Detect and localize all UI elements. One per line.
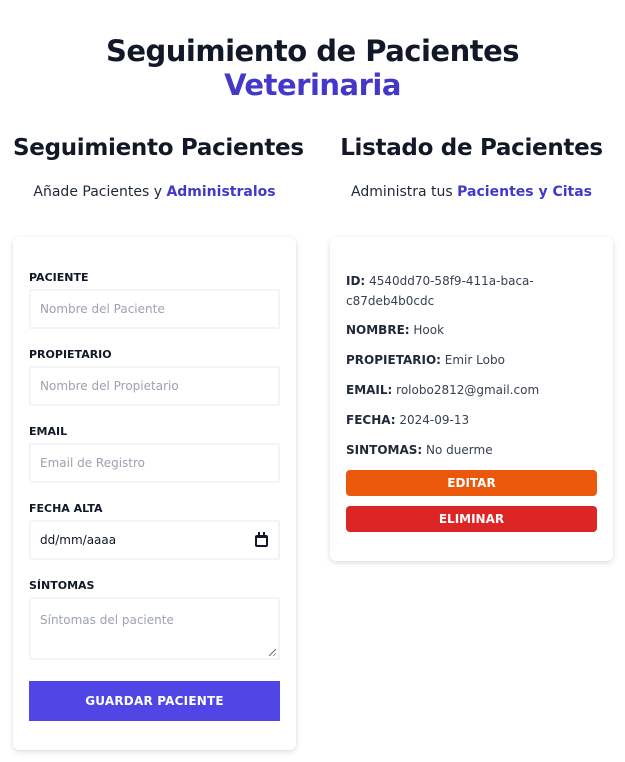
patient-date-value: 2024-09-13 — [399, 413, 470, 427]
patient-id-key: ID: — [346, 274, 366, 288]
patient-symptoms-key: SINTOMAS: — [346, 443, 423, 457]
list-section-subtitle: Administra tus Pacientes y Citas — [330, 182, 613, 202]
patient-name-value: Hook — [413, 323, 445, 337]
email-input[interactable]: Email de Registro — [29, 443, 280, 483]
patient-email-line: EMAIL: rolobo2812@gmail.com — [346, 380, 597, 400]
date-field: FECHA ALTA dd/mm/aaaa — [29, 502, 280, 560]
patient-id-value: 4540dd70-58f9-411a-baca-c87deb4b0cdc — [346, 274, 534, 308]
date-input[interactable]: dd/mm/aaaa — [29, 520, 280, 560]
form-subtitle-accent: Administralos — [166, 184, 276, 200]
date-label: FECHA ALTA — [29, 502, 103, 515]
patient-email-value: rolobo2812@gmail.com — [396, 383, 540, 397]
page-title-main: Seguimiento de Pacientes — [105, 34, 520, 68]
owner-field: PROPIETARIO Nombre del Propietario — [29, 348, 280, 406]
patient-date-line: FECHA: 2024-09-13 — [346, 410, 597, 430]
patient-date-key: FECHA: — [346, 413, 396, 427]
patient-form: PACIENTE Nombre del Paciente PROPIETARIO… — [13, 237, 296, 750]
patients-list-section: Listado de Pacientes Administra tus Paci… — [330, 132, 613, 561]
page-header: Seguimiento de Pacientes Veterinaria — [0, 34, 625, 102]
email-label: EMAIL — [29, 425, 68, 438]
patient-owner-key: PROPIETARIO: — [346, 353, 441, 367]
patient-name-line: NOMBRE: Hook — [346, 320, 597, 340]
patient-name-input[interactable]: Nombre del Paciente — [29, 289, 280, 329]
save-patient-button[interactable]: GUARDAR PACIENTE — [29, 681, 280, 721]
patient-email-key: EMAIL: — [346, 383, 393, 397]
owner-name-input[interactable]: Nombre del Propietario — [29, 366, 280, 406]
list-subtitle-prefix: Administra tus — [350, 184, 458, 200]
date-value: dd/mm/aaaa — [40, 533, 117, 547]
list-section-title: Listado de Pacientes — [340, 135, 603, 161]
edit-patient-button[interactable]: EDITAR — [346, 470, 597, 496]
list-subtitle-accent: Pacientes y Citas — [457, 184, 593, 200]
patient-label: PACIENTE — [29, 271, 89, 284]
page-title: Seguimiento de Pacientes Veterinaria — [0, 34, 625, 102]
symptoms-placeholder: Síntomas del paciente — [40, 613, 174, 627]
symptoms-label: SÍNTOMAS — [29, 579, 95, 592]
patient-id-line: ID: 4540dd70-58f9-411a-baca-c87deb4b0cdc — [346, 271, 597, 311]
patient-card: ID: 4540dd70-58f9-411a-baca-c87deb4b0cdc… — [330, 237, 613, 561]
patient-name-key: NOMBRE: — [346, 323, 410, 337]
page-title-accent: Veterinaria — [224, 68, 401, 102]
symptoms-textarea[interactable]: Síntomas del paciente — [29, 597, 280, 660]
resize-grip-icon[interactable] — [269, 649, 276, 656]
patient-field: PACIENTE Nombre del Paciente — [29, 271, 280, 329]
calendar-icon[interactable] — [255, 532, 268, 547]
form-subtitle-prefix: Añade Pacientes y — [33, 184, 167, 200]
owner-label: PROPIETARIO — [29, 348, 112, 361]
patient-symptoms-line: SINTOMAS: No duerme — [346, 440, 597, 460]
symptoms-field: SÍNTOMAS Síntomas del paciente — [29, 579, 280, 660]
email-field: EMAIL Email de Registro — [29, 425, 280, 483]
patient-owner-line: PROPIETARIO: Emir Lobo — [346, 350, 597, 370]
patient-owner-value: Emir Lobo — [444, 353, 505, 367]
patient-symptoms-value: No duerme — [426, 443, 493, 457]
form-section: Seguimiento Pacientes Añade Pacientes y … — [13, 132, 304, 750]
delete-patient-button[interactable]: ELIMINAR — [346, 506, 597, 532]
form-section-title: Seguimiento Pacientes — [13, 135, 304, 161]
form-section-subtitle: Añade Pacientes y Administralos — [13, 182, 296, 202]
